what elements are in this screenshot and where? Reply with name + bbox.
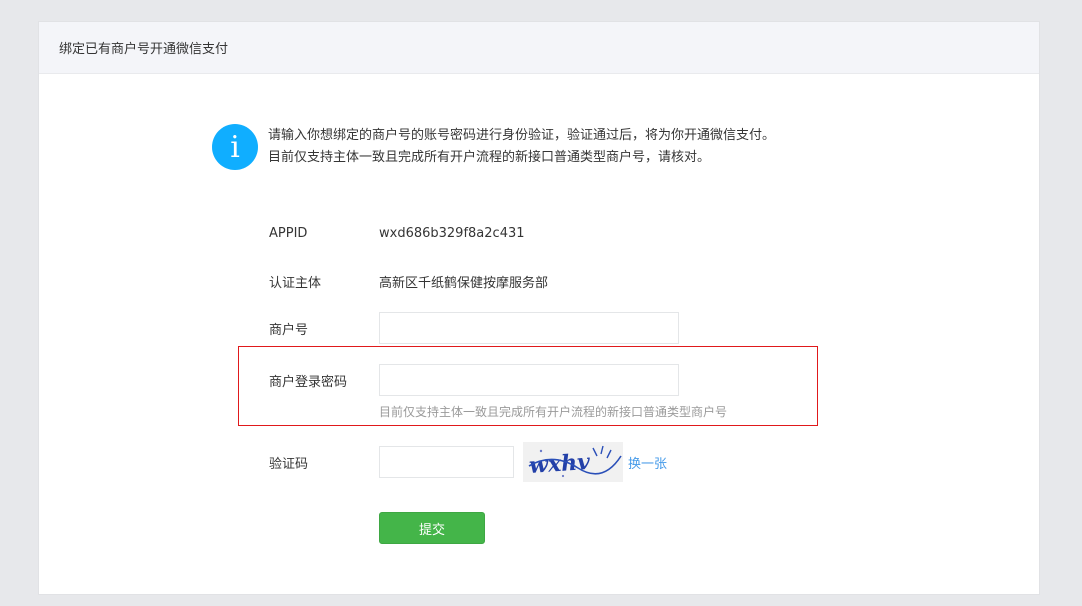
password-hint: 目前仅支持主体一致且完成所有开户流程的新接口普通类型商户号: [379, 405, 728, 419]
notice: i 请输入你想绑定的商户号的账号密码进行身份验证，验证通过后，将为你开通微信支付…: [212, 124, 775, 170]
subject-label: 认证主体: [269, 276, 322, 291]
captcha-change-link[interactable]: 换一张: [628, 453, 667, 472]
notice-line-1: 请输入你想绑定的商户号的账号密码进行身份验证，验证通过后，将为你开通微信支付。: [268, 128, 776, 143]
password-label: 商户登录密码: [269, 374, 348, 390]
info-icon: i: [212, 124, 258, 170]
submit-button[interactable]: 提交: [379, 512, 485, 544]
notice-text: 请输入你想绑定的商户号的账号密码进行身份验证，验证通过后，将为你开通微信支付。 …: [268, 124, 775, 169]
merchant-label: 商户号: [269, 322, 309, 338]
merchant-input[interactable]: [379, 312, 679, 344]
captcha-row: 验证码 wxhv 换一张: [269, 442, 667, 482]
main-panel: 绑定已有商户号开通微信支付 i 请输入你想绑定的商户号的账号密码进行身份验证，验…: [38, 21, 1040, 595]
notice-line-2: 目前仅支持主体一致且完成所有开户流程的新接口普通类型商户号，请核对。: [268, 150, 711, 165]
appid-label: APPID: [269, 226, 308, 241]
captcha-text: wxhv: [528, 449, 591, 479]
password-row: 商户登录密码: [269, 364, 679, 396]
panel-header: 绑定已有商户号开通微信支付: [39, 22, 1039, 74]
appid-value: wxd686b329f8a2c431: [379, 226, 525, 241]
password-input[interactable]: [379, 364, 679, 396]
panel-title: 绑定已有商户号开通微信支付: [59, 42, 229, 57]
subject-value: 高新区千纸鹤保健按摩服务部: [379, 276, 549, 291]
captcha-graphic: wxhv: [528, 445, 622, 479]
appid-row: APPID wxd686b329f8a2c431: [269, 226, 525, 241]
captcha-image[interactable]: wxhv: [523, 442, 623, 482]
merchant-row: 商户号: [269, 312, 679, 344]
captcha-label: 验证码: [269, 456, 309, 472]
subject-row: 认证主体 高新区千纸鹤保健按摩服务部: [269, 272, 548, 291]
captcha-input[interactable]: [379, 446, 514, 478]
